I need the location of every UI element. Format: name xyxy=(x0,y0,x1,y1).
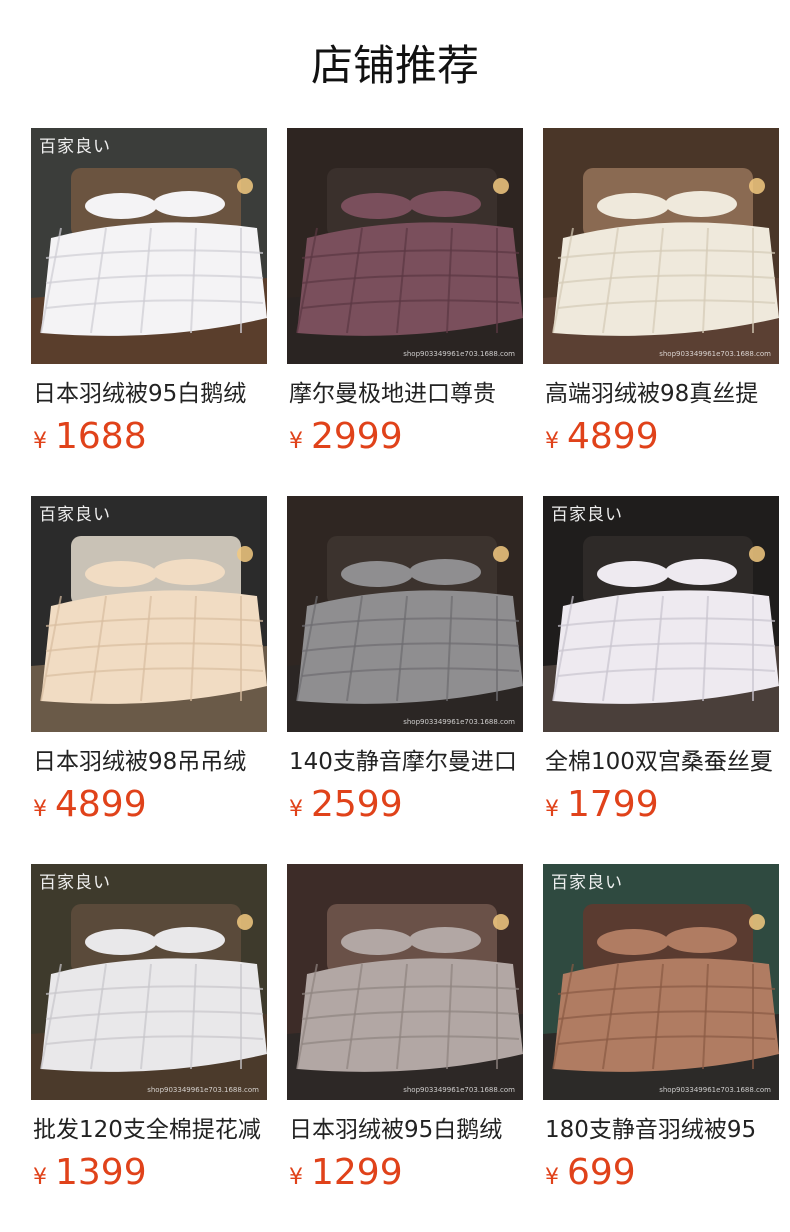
shop-url-watermark: shop903349961e703.1688.com xyxy=(659,350,771,358)
brand-watermark: 百家良い xyxy=(551,505,623,525)
bedding-photo xyxy=(287,128,523,364)
brand-watermark: 百家良い xyxy=(551,873,623,893)
currency-symbol: ¥ xyxy=(289,797,303,822)
product-title[interactable]: 批发120支全棉提花减 xyxy=(33,1114,269,1146)
product-image[interactable]: 百家良い shop903349961e703.1688.com xyxy=(543,864,779,1100)
product-image[interactable]: shop903349961e703.1688.com xyxy=(543,128,779,364)
currency-symbol: ¥ xyxy=(545,1165,559,1190)
brand-watermark: 百家良い xyxy=(39,873,111,893)
price-value: 1799 xyxy=(567,784,659,825)
price-value: 699 xyxy=(567,1152,636,1193)
bedding-photo xyxy=(287,496,523,732)
product-title[interactable]: 高端羽绒被98真丝提 xyxy=(545,378,781,410)
product-card[interactable]: 百家良い 日本羽绒被95白鹅绒 ¥1688 xyxy=(31,128,267,473)
bedding-photo xyxy=(543,128,779,364)
product-title[interactable]: 日本羽绒被98吊吊绒 xyxy=(33,746,269,778)
shop-url-watermark: shop903349961e703.1688.com xyxy=(147,1086,259,1094)
shop-url-watermark: shop903349961e703.1688.com xyxy=(403,350,515,358)
product-price: ¥1688 xyxy=(33,416,147,458)
price-value: 2999 xyxy=(311,416,403,457)
price-value: 1399 xyxy=(55,1152,147,1193)
shop-url-watermark: shop903349961e703.1688.com xyxy=(659,1086,771,1094)
product-title[interactable]: 140支静音摩尔曼进口 xyxy=(289,746,525,778)
product-image[interactable]: shop903349961e703.1688.com xyxy=(287,864,523,1100)
brand-watermark: 百家良い xyxy=(39,505,111,525)
product-card[interactable]: shop903349961e703.1688.com 摩尔曼极地进口尊贵 ¥29… xyxy=(287,128,523,473)
product-price: ¥2599 xyxy=(289,784,403,826)
bedding-photo xyxy=(287,864,523,1100)
currency-symbol: ¥ xyxy=(545,797,559,822)
product-grid: 百家良い 日本羽绒被95白鹅绒 ¥1688 shop903349961e703.… xyxy=(0,0,790,1232)
shop-url-watermark: shop903349961e703.1688.com xyxy=(403,718,515,726)
price-value: 4899 xyxy=(567,416,659,457)
product-card[interactable]: shop903349961e703.1688.com 高端羽绒被98真丝提 ¥4… xyxy=(543,128,779,473)
product-card[interactable]: 百家良い shop903349961e703.1688.com 批发120支全棉… xyxy=(31,864,267,1209)
product-price: ¥4899 xyxy=(545,416,659,458)
price-value: 2599 xyxy=(311,784,403,825)
bedding-photo xyxy=(543,864,779,1100)
product-image[interactable]: shop903349961e703.1688.com xyxy=(287,496,523,732)
product-price: ¥699 xyxy=(545,1152,636,1194)
product-price: ¥1299 xyxy=(289,1152,403,1194)
product-card[interactable]: 百家良い shop903349961e703.1688.com 180支静音羽绒… xyxy=(543,864,779,1209)
currency-symbol: ¥ xyxy=(33,797,47,822)
currency-symbol: ¥ xyxy=(289,1165,303,1190)
product-image[interactable]: 百家良い shop903349961e703.1688.com xyxy=(31,864,267,1100)
product-card[interactable]: 百家良い 日本羽绒被98吊吊绒 ¥4899 xyxy=(31,496,267,841)
product-price: ¥1399 xyxy=(33,1152,147,1194)
bedding-photo xyxy=(31,128,267,364)
price-value: 1688 xyxy=(55,416,147,457)
product-card[interactable]: shop903349961e703.1688.com 140支静音摩尔曼进口 ¥… xyxy=(287,496,523,841)
bedding-photo xyxy=(31,496,267,732)
product-title[interactable]: 日本羽绒被95白鹅绒 xyxy=(33,378,269,410)
product-image[interactable]: 百家良い xyxy=(31,496,267,732)
product-image[interactable]: 百家良い xyxy=(31,128,267,364)
product-image[interactable]: shop903349961e703.1688.com xyxy=(287,128,523,364)
price-value: 4899 xyxy=(55,784,147,825)
product-price: ¥2999 xyxy=(289,416,403,458)
product-title[interactable]: 日本羽绒被95白鹅绒 xyxy=(289,1114,525,1146)
product-title[interactable]: 全棉100双宫桑蚕丝夏 xyxy=(545,746,781,778)
currency-symbol: ¥ xyxy=(289,429,303,454)
product-price: ¥1799 xyxy=(545,784,659,826)
currency-symbol: ¥ xyxy=(33,429,47,454)
product-card[interactable]: shop903349961e703.1688.com 日本羽绒被95白鹅绒 ¥1… xyxy=(287,864,523,1209)
price-value: 1299 xyxy=(311,1152,403,1193)
shop-url-watermark: shop903349961e703.1688.com xyxy=(403,1086,515,1094)
product-title[interactable]: 摩尔曼极地进口尊贵 xyxy=(289,378,525,410)
product-price: ¥4899 xyxy=(33,784,147,826)
bedding-photo xyxy=(543,496,779,732)
currency-symbol: ¥ xyxy=(545,429,559,454)
product-card[interactable]: 百家良い 全棉100双宫桑蚕丝夏 ¥1799 xyxy=(543,496,779,841)
product-title[interactable]: 180支静音羽绒被95 xyxy=(545,1114,781,1146)
bedding-photo xyxy=(31,864,267,1100)
currency-symbol: ¥ xyxy=(33,1165,47,1190)
brand-watermark: 百家良い xyxy=(39,137,111,157)
product-image[interactable]: 百家良い xyxy=(543,496,779,732)
